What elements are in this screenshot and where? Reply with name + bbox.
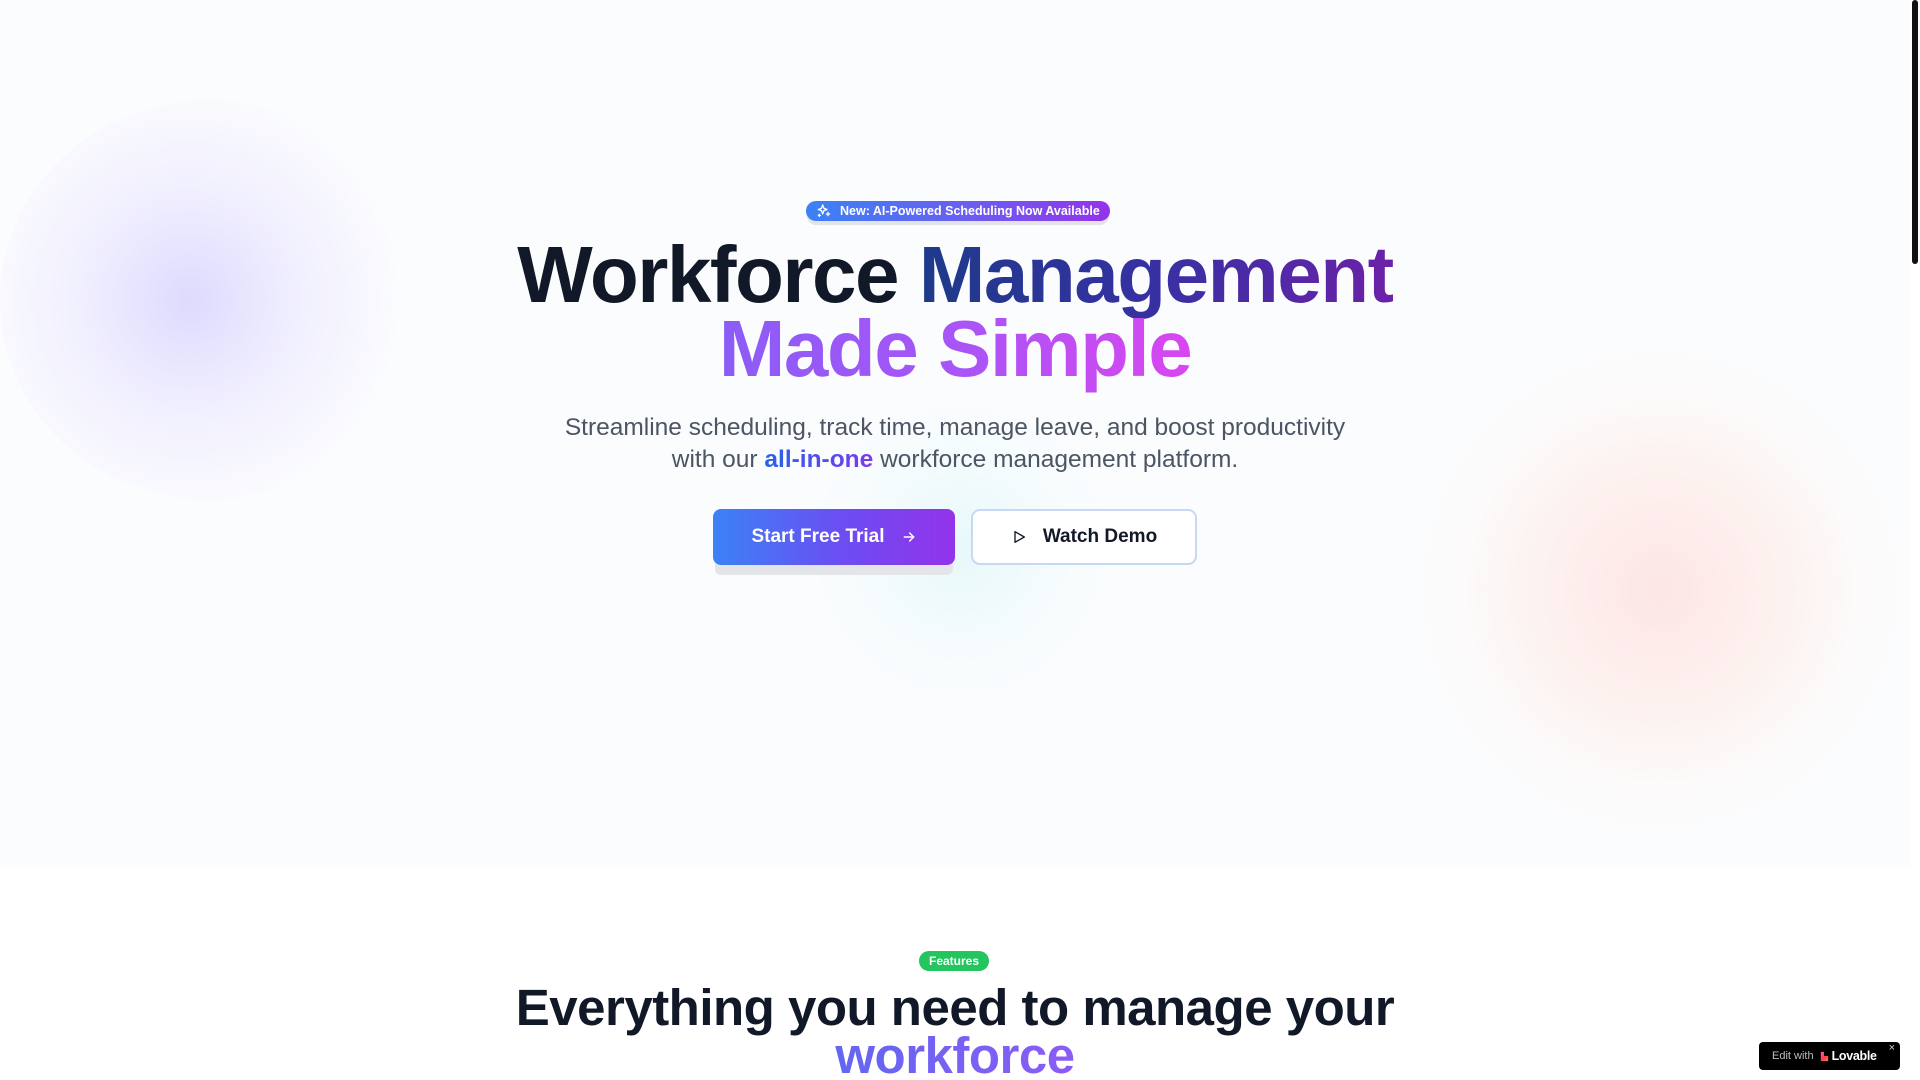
lovable-heart-icon: [1820, 1051, 1828, 1061]
scrollbar-thumb[interactable]: [1912, 0, 1918, 264]
features-badge: Features: [919, 951, 990, 971]
announcement-badge-label: New: AI-Powered Scheduling Now Available: [840, 204, 1100, 218]
announcement-badge: New: AI-Powered Scheduling Now Available: [806, 201, 1110, 221]
hero-subtitle-text-end: workforce management platform.: [880, 446, 1239, 473]
landing-page: New: AI-Powered Scheduling Now Available…: [0, 0, 1920, 1080]
decorative-blob-left: [0, 100, 420, 500]
edit-with-lovable-button[interactable]: Edit with Lovable ×: [1759, 1042, 1900, 1070]
sparkles-icon: [817, 204, 831, 217]
arrow-right-icon: [903, 532, 914, 542]
edit-with-label: Edit with: [1772, 1050, 1814, 1062]
features-section: Features Everything you need to manage y…: [0, 867, 1910, 1080]
hero-title-line2: Made Simple: [718, 304, 1193, 393]
start-free-trial-label: Start Free Trial: [751, 526, 885, 547]
decorative-blob-right: [1400, 340, 1910, 840]
hero-title: Workforce Management Made Simple: [360, 235, 1550, 389]
hero-section: New: AI-Powered Scheduling Now Available…: [0, 0, 1910, 867]
features-title: Everything you need to manage your workf…: [460, 982, 1450, 1080]
close-icon[interactable]: ×: [1889, 1043, 1895, 1054]
watch-demo-button[interactable]: Watch Demo: [971, 509, 1197, 565]
hero-subtitle-highlight: all-in-one: [764, 446, 874, 473]
play-icon: [1014, 531, 1025, 543]
lovable-brand-label: Lovable: [1831, 1049, 1877, 1063]
page-scrollbar[interactable]: [1910, 0, 1920, 1080]
features-title-accent: workforce: [835, 1027, 1075, 1080]
watch-demo-label: Watch Demo: [1042, 526, 1158, 547]
hero-subtitle: Streamline scheduling, track time, manag…: [560, 412, 1350, 476]
start-free-trial-button[interactable]: Start Free Trial: [713, 509, 955, 565]
